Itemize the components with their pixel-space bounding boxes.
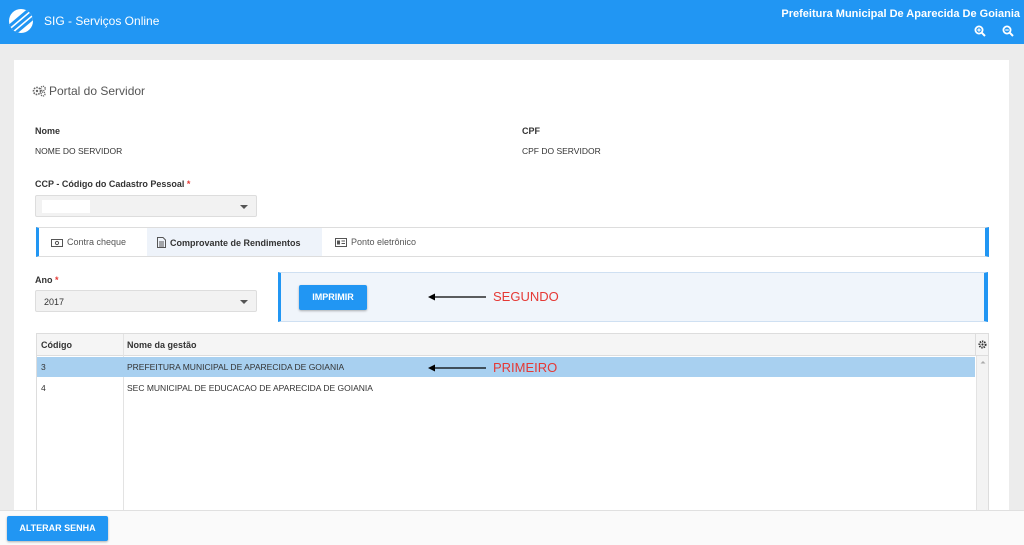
app-title[interactable]: SIG - Serviços Online xyxy=(44,14,159,28)
zoom-in-icon[interactable] xyxy=(974,25,986,37)
nome-value: NOME DO SERVIDOR xyxy=(35,146,123,156)
page-title-text: Portal do Servidor xyxy=(49,84,146,98)
cell-codigo: 4 xyxy=(41,383,46,393)
bottom-bar: ALTERAR SENHA xyxy=(0,510,1024,545)
document-icon xyxy=(157,237,166,248)
imprimir-button[interactable]: IMPRIMIR xyxy=(299,285,367,310)
ccp-label: CCP - Código do Cadastro Pessoal * xyxy=(35,179,190,189)
tab-comprovante-rendimentos[interactable]: Comprovante de Rendimentos xyxy=(147,228,322,256)
tab-contra-cheque[interactable]: Contra cheque xyxy=(39,228,147,256)
zoom-out-icon[interactable] xyxy=(1002,25,1014,37)
cpf-label: CPF xyxy=(522,126,540,136)
scroll-up-icon[interactable] xyxy=(977,358,989,366)
id-card-icon xyxy=(335,238,347,247)
table-row[interactable]: 4 SEC MUNICIPAL DE EDUCACAO DE APARECIDA… xyxy=(37,378,975,398)
chevron-down-icon xyxy=(240,300,248,304)
required-marker: * xyxy=(186,179,191,189)
ano-label-text: Ano xyxy=(35,275,53,285)
cell-codigo: 3 xyxy=(41,362,46,372)
ccp-redacted-value xyxy=(42,200,90,213)
cpf-value: CPF DO SERVIDOR xyxy=(522,146,601,156)
top-bar: SIG - Serviços Online Prefeitura Municip… xyxy=(0,0,1024,44)
table-scrollbar[interactable] xyxy=(976,356,988,530)
gear-icon xyxy=(978,340,987,349)
ano-label: Ano * xyxy=(35,275,59,285)
ano-select[interactable]: 2017 xyxy=(35,290,257,312)
cell-nome-gestao: SEC MUNICIPAL DE EDUCACAO DE APARECIDA D… xyxy=(127,383,373,393)
column-header-nome-gestao[interactable]: Nome da gestão xyxy=(127,340,197,350)
annotation-arrow-primeiro xyxy=(428,364,486,372)
tab-bar: Contra cheque Comprovante de Rendimentos… xyxy=(36,227,989,257)
column-header-codigo[interactable]: Código xyxy=(41,340,72,350)
app-logo-icon[interactable] xyxy=(9,9,33,33)
page-title: Portal do Servidor xyxy=(32,84,145,98)
ccp-label-text: CCP - Código do Cadastro Pessoal xyxy=(35,179,185,189)
tab-label: Contra cheque xyxy=(67,237,127,247)
alterar-senha-button[interactable]: ALTERAR SENHA xyxy=(7,516,108,541)
ccp-select[interactable] xyxy=(35,195,257,217)
tab-label: Comprovante de Rendimentos xyxy=(170,238,301,248)
main-card: Portal do Servidor Nome NOME DO SERVIDOR… xyxy=(14,60,1009,530)
nome-label: Nome xyxy=(35,126,61,136)
annotation-arrow-segundo xyxy=(428,293,486,301)
table-settings-button[interactable] xyxy=(975,334,988,356)
annotation-primeiro: PRIMEIRO xyxy=(493,360,558,375)
tab-ponto-eletronico[interactable]: Ponto eletrônico xyxy=(322,228,432,256)
ano-select-value: 2017 xyxy=(44,297,65,307)
gears-icon xyxy=(32,85,46,97)
money-icon xyxy=(51,239,63,247)
annotation-segundo: SEGUNDO xyxy=(493,289,559,304)
tab-label: Ponto eletrônico xyxy=(351,237,417,247)
chevron-down-icon xyxy=(240,205,248,209)
print-panel: IMPRIMIR xyxy=(278,272,988,322)
table-header: Código Nome da gestão xyxy=(37,334,988,356)
required-marker: * xyxy=(55,275,59,285)
cell-nome-gestao: PREFEITURA MUNICIPAL DE APARECIDA DE GOI… xyxy=(127,362,345,372)
organization-name: Prefeitura Municipal De Aparecida De Goi… xyxy=(781,8,1020,20)
